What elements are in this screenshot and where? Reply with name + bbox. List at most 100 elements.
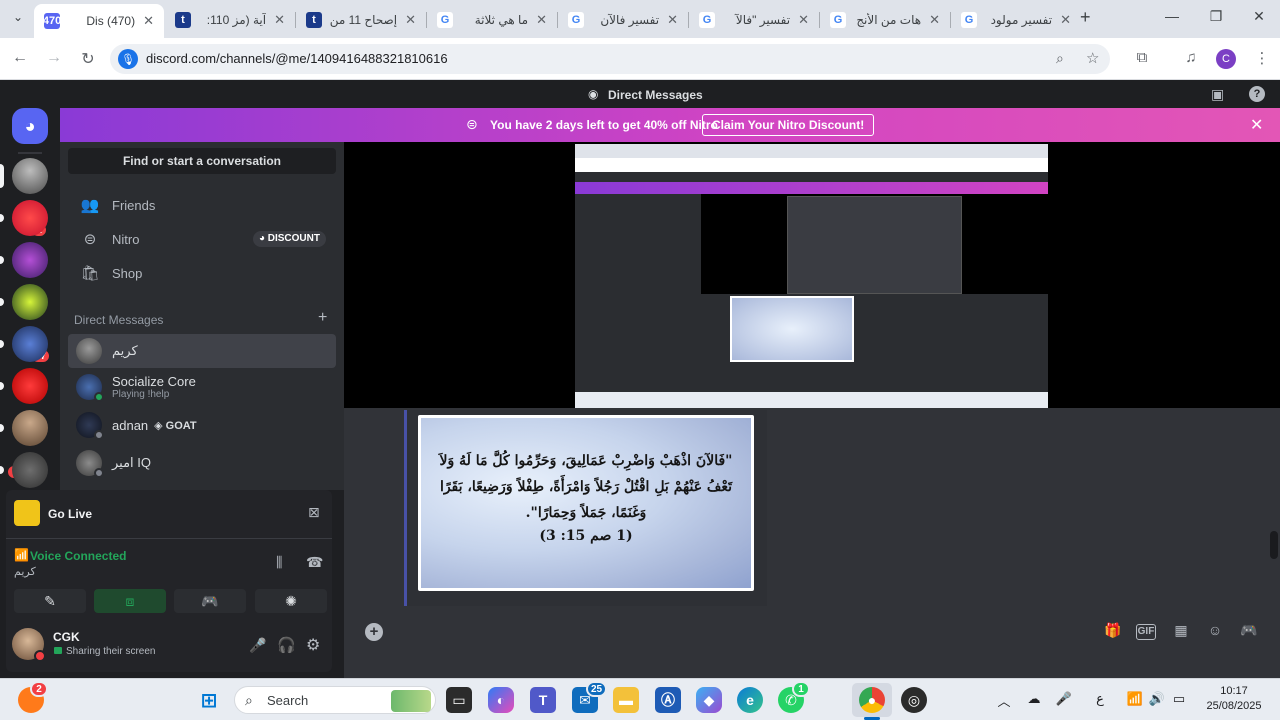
server-icon[interactable] bbox=[12, 368, 48, 404]
tray-overflow-icon[interactable]: ︿ bbox=[995, 691, 1013, 710]
m365-icon[interactable]: ◆ bbox=[696, 687, 722, 713]
editor-app-icon[interactable]: Ⓐ bbox=[655, 687, 681, 713]
browser-tab[interactable]: G تفسير "فالآ ✕ bbox=[689, 6, 819, 34]
help-icon[interactable]: ? bbox=[1249, 86, 1265, 102]
notifications-app-icon[interactable]: 2 bbox=[18, 681, 48, 713]
minimize-button[interactable]: — bbox=[1162, 8, 1182, 24]
browser-tab[interactable]: G هات من الأنج ✕ bbox=[820, 6, 950, 34]
close-tab-icon[interactable]: ✕ bbox=[274, 12, 285, 28]
profile-avatar[interactable]: C bbox=[1216, 49, 1236, 69]
clock-time: 10:17 bbox=[1220, 685, 1248, 697]
dm-item[interactable]: امير IQ bbox=[68, 446, 336, 480]
stop-stream-icon[interactable]: ⊠ bbox=[308, 504, 320, 521]
server-icon[interactable] bbox=[12, 452, 48, 488]
browser-tab[interactable]: G تفسير فالآن ✕ bbox=[558, 6, 688, 34]
chrome-icon[interactable]: ● bbox=[859, 687, 885, 713]
address-bar[interactable]: 🎙 discord.com/channels/@me/1409416488321… bbox=[110, 44, 1110, 74]
server-icon[interactable] bbox=[12, 410, 48, 446]
nitro-icon: ⊜ bbox=[466, 116, 478, 132]
nav-nitro[interactable]: ⊜ Nitro ◕ DISCOUNT bbox=[68, 224, 336, 254]
disconnect-icon[interactable]: ☎ bbox=[306, 554, 323, 571]
avatar[interactable] bbox=[12, 628, 46, 662]
server-icon[interactable] bbox=[12, 158, 48, 194]
server-icon[interactable] bbox=[12, 200, 48, 236]
battery-icon[interactable]: ▭ bbox=[1170, 691, 1188, 707]
media-controls-icon[interactable]: ♫ bbox=[1181, 49, 1201, 66]
server-unread-pill bbox=[0, 164, 4, 188]
home-button[interactable]: ◕ bbox=[12, 108, 48, 144]
toggle-camera-button[interactable]: ✎ bbox=[14, 589, 86, 613]
back-button[interactable]: ← bbox=[10, 49, 30, 67]
dm-item[interactable]: Socialize Core Playing !help bbox=[68, 370, 336, 404]
tab-title: تفسير مولود bbox=[990, 13, 1053, 27]
inbox-icon[interactable]: ▣ bbox=[1211, 86, 1224, 103]
soundboard-button[interactable]: ✺ bbox=[255, 589, 327, 613]
menu-icon[interactable]: ⋮ bbox=[1252, 49, 1272, 67]
activities-button[interactable]: 🎮 bbox=[174, 589, 246, 613]
volume-icon[interactable]: 🔊 bbox=[1148, 691, 1166, 707]
close-tab-icon[interactable]: ✕ bbox=[536, 12, 547, 28]
tab-search-button[interactable]: ⌄ bbox=[10, 10, 26, 24]
settings-gear-icon[interactable]: ⚙ bbox=[306, 635, 320, 655]
browser-tab[interactable]: 470 (470) Dis ✕ bbox=[34, 4, 164, 38]
wifi-icon[interactable]: 📶 bbox=[1126, 691, 1144, 707]
screen-share-button[interactable]: ⧈ bbox=[94, 589, 166, 613]
create-dm-icon[interactable]: + bbox=[318, 309, 327, 327]
close-banner-icon[interactable]: ✕ bbox=[1250, 115, 1263, 135]
zoom-icon[interactable]: ⌕ bbox=[1056, 50, 1064, 67]
whatsapp-icon[interactable]: ✆ 1 bbox=[778, 681, 810, 713]
language-indicator[interactable]: ع bbox=[1091, 691, 1109, 707]
start-button[interactable]: ⊞ bbox=[196, 687, 222, 713]
server-icon[interactable] bbox=[12, 284, 48, 320]
close-tab-icon[interactable]: ✕ bbox=[143, 13, 154, 29]
reload-button[interactable]: ↻ bbox=[78, 49, 98, 69]
close-tab-icon[interactable]: ✕ bbox=[1060, 12, 1071, 28]
status-dnd-icon bbox=[34, 650, 46, 662]
browser-tab[interactable]: t آية (مز 110: ✕ bbox=[165, 6, 295, 34]
dm-item[interactable]: كريم bbox=[68, 334, 336, 368]
headphones-icon[interactable]: 🎧 bbox=[277, 636, 296, 654]
onedrive-icon[interactable]: ☁ bbox=[1025, 691, 1043, 707]
site-info-icon[interactable]: 🎙 bbox=[118, 49, 138, 69]
taskbar-search[interactable]: ⌕ Search bbox=[234, 686, 436, 714]
mic-icon[interactable]: 🎤 bbox=[249, 637, 266, 654]
restore-button[interactable]: ❐ bbox=[1206, 8, 1226, 25]
copilot-icon[interactable]: ◐ bbox=[488, 687, 514, 713]
nav-friends[interactable]: 👥 Friends bbox=[68, 190, 336, 220]
apps-icon[interactable]: 🎮 bbox=[1238, 622, 1260, 639]
noise-suppression-icon[interactable]: ⫼ bbox=[276, 554, 282, 571]
emoji-icon[interactable]: ☺ bbox=[1204, 622, 1226, 638]
browser-tab[interactable]: G تفسير مولود ✕ bbox=[951, 6, 1081, 34]
file-explorer-icon[interactable]: ▬ bbox=[613, 687, 639, 713]
close-window-button[interactable]: ✕ bbox=[1249, 8, 1269, 25]
taskbar-clock[interactable]: 10:17 25/08/2025 bbox=[1200, 684, 1268, 714]
add-attachment-icon[interactable]: + bbox=[365, 623, 383, 641]
new-tab-button[interactable]: + bbox=[1080, 7, 1091, 28]
obs-icon[interactable]: ◎ bbox=[901, 687, 927, 713]
teams-icon[interactable]: T bbox=[530, 687, 556, 713]
verse-image-attachment[interactable]: "فَالآنَ اذْهَبْ وَاضْرِبْ عَمَالِيقَ، و… bbox=[418, 415, 754, 591]
claim-discount-button[interactable]: Claim Your Nitro Discount! bbox=[702, 114, 875, 136]
close-tab-icon[interactable]: ✕ bbox=[929, 12, 940, 28]
browser-tab[interactable]: t إصحاح 11 من ✕ bbox=[296, 6, 426, 34]
browser-tab[interactable]: G ما هي ثلاثة ✕ bbox=[427, 6, 557, 34]
gif-icon[interactable]: GIF bbox=[1136, 624, 1156, 640]
sticker-icon[interactable]: ▦ bbox=[1170, 622, 1192, 639]
server-icon[interactable] bbox=[12, 242, 48, 278]
file-view-icon[interactable]: ▭ bbox=[446, 687, 472, 713]
nav-shop[interactable]: 🛍 Shop bbox=[68, 258, 336, 288]
tray-mic-icon[interactable]: 🎤 bbox=[1055, 691, 1073, 707]
close-tab-icon[interactable]: ✕ bbox=[405, 12, 416, 28]
forward-button[interactable]: → bbox=[44, 49, 64, 67]
close-tab-icon[interactable]: ✕ bbox=[667, 12, 678, 28]
server-icon[interactable] bbox=[12, 326, 48, 362]
dm-item[interactable]: adnan ◈ GOAT bbox=[68, 408, 336, 442]
edge-icon[interactable]: e bbox=[737, 687, 763, 713]
extensions-icon[interactable]: ⧉ bbox=[1132, 49, 1152, 66]
bookmark-star-icon[interactable]: ☆ bbox=[1086, 49, 1099, 67]
close-tab-icon[interactable]: ✕ bbox=[798, 12, 809, 28]
chat-scrollbar[interactable] bbox=[1270, 531, 1278, 559]
gift-icon[interactable]: 🎁 bbox=[1102, 622, 1124, 639]
find-conversation-button[interactable]: Find or start a conversation bbox=[68, 148, 336, 174]
outlook-icon[interactable]: ✉ 25 bbox=[572, 681, 608, 713]
